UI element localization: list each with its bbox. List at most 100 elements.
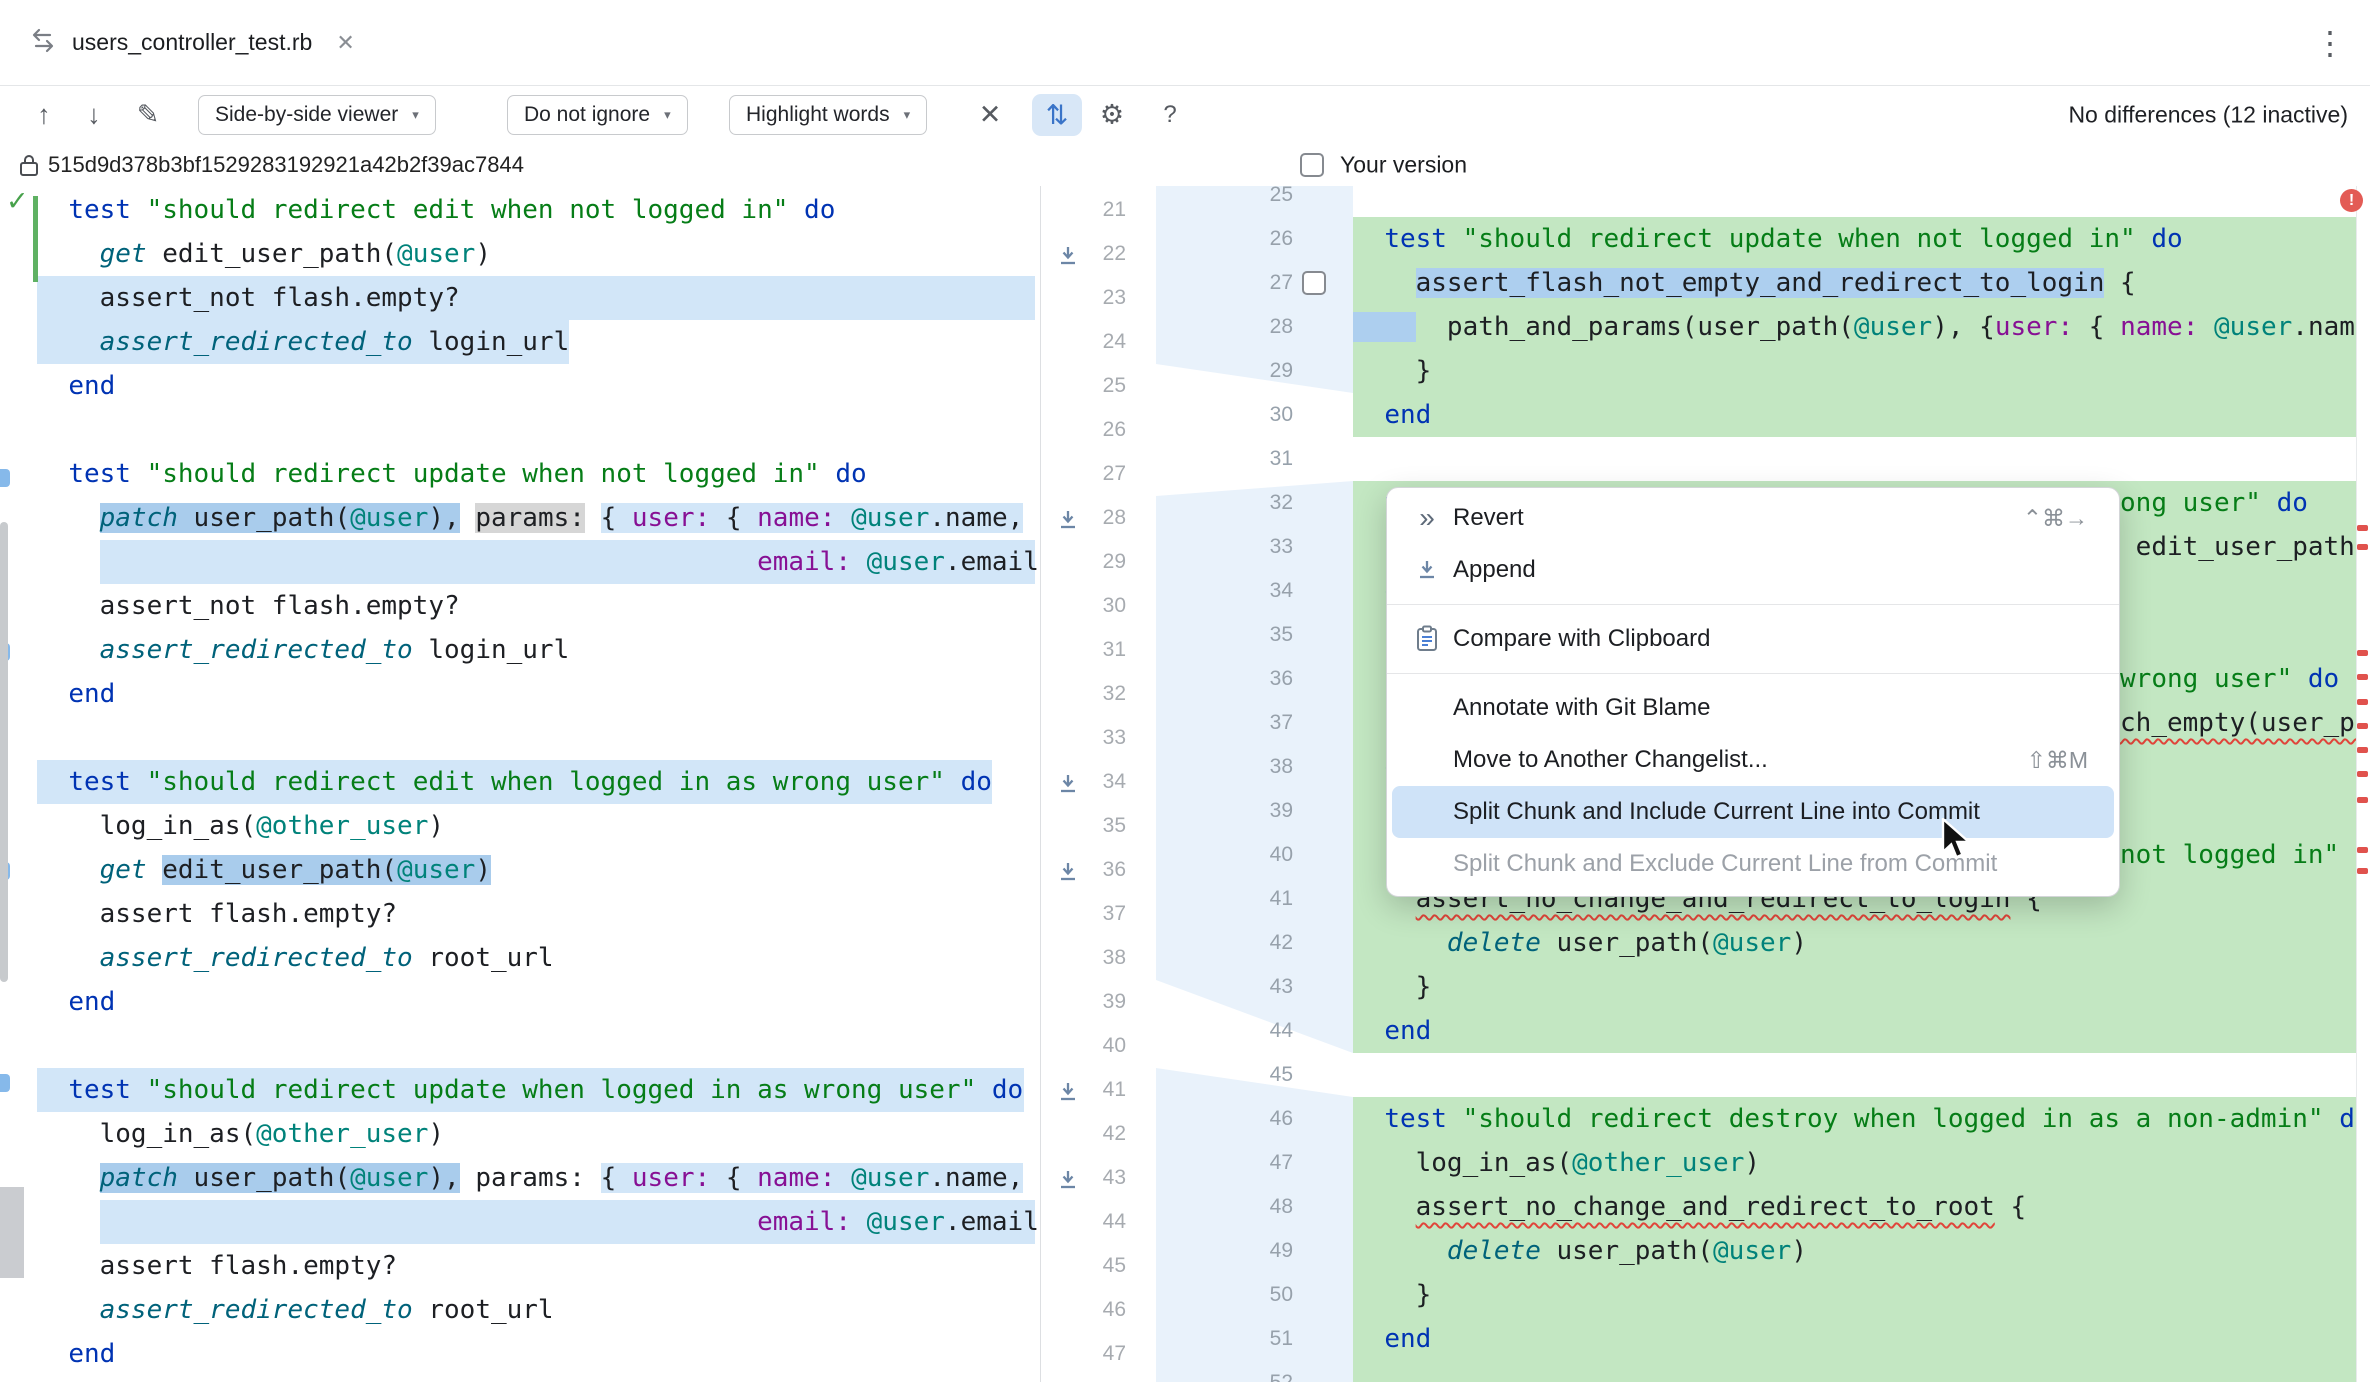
- whitespace-ignore-dropdown[interactable]: Do not ignore ▾: [507, 95, 688, 135]
- context-menu-item[interactable]: Split Chunk and Include Current Line int…: [1392, 786, 2114, 838]
- code-line-right[interactable]: path_and_params(user_path(@user), {user:…: [1353, 305, 2370, 349]
- code-line-right[interactable]: delete user_path(@user): [1353, 1229, 2370, 1273]
- help-icon[interactable]: ?: [1150, 101, 1190, 129]
- edit-source-button[interactable]: ✎: [128, 100, 168, 131]
- code-line-left[interactable]: test "should redirect edit when not logg…: [0, 188, 1040, 232]
- apply-change-icon[interactable]: [1056, 506, 1080, 530]
- error-stripe-mark[interactable]: [2357, 847, 2368, 853]
- context-menu-item[interactable]: »Revert⌃⌘→: [1392, 492, 2114, 544]
- apply-change-icon[interactable]: [1056, 1078, 1080, 1102]
- code-token: edit_user_path(: [2120, 532, 2370, 562]
- apply-change-icon[interactable]: [1056, 242, 1080, 266]
- code-line-right[interactable]: [1353, 1053, 2370, 1097]
- apply-change-icon[interactable]: [1056, 770, 1080, 794]
- code-line-left[interactable]: assert flash.empty?: [0, 892, 1040, 936]
- tab-users-controller-test[interactable]: users_controller_test.rb ✕: [0, 0, 375, 85]
- code-line-left[interactable]: patch user_path(@user), params: { user: …: [0, 1156, 1040, 1200]
- context-menu-item[interactable]: Annotate with Git Blame: [1392, 682, 2114, 734]
- code-line-right[interactable]: }: [1353, 1273, 2370, 1317]
- code-line-left[interactable]: get edit_user_path(@user): [0, 232, 1040, 276]
- code-line-right[interactable]: [1353, 1361, 2370, 1382]
- error-stripe-mark[interactable]: [2357, 723, 2368, 729]
- code-line-left[interactable]: patch user_path(@user), params: { user: …: [0, 496, 1040, 540]
- settings-gear-icon[interactable]: ⚙: [1090, 100, 1134, 131]
- more-options-icon[interactable]: ⋮: [2314, 24, 2346, 62]
- apply-change-icon[interactable]: [1056, 858, 1080, 882]
- error-stripe-mark[interactable]: [2357, 699, 2368, 705]
- your-version-checkbox[interactable]: [1300, 153, 1324, 177]
- code-line-right[interactable]: log_in_as(@other_user): [1353, 1141, 2370, 1185]
- code-line-left[interactable]: email: @user.email: [0, 540, 1040, 584]
- code-line-left[interactable]: assert_not flash.empty?: [0, 276, 1040, 320]
- code-line-left[interactable]: assert_redirected_to login_url: [0, 320, 1040, 364]
- context-menu-item[interactable]: Compare with Clipboard: [1392, 613, 2114, 665]
- viewer-mode-dropdown[interactable]: Side-by-side viewer ▾: [198, 95, 436, 135]
- line-number: 30: [1166, 393, 1293, 437]
- line-number: 48: [1166, 1185, 1293, 1229]
- code-line-left[interactable]: [0, 1024, 1040, 1068]
- error-stripe-mark[interactable]: [2357, 868, 2368, 874]
- error-stripe-mark[interactable]: [2357, 544, 2368, 550]
- code-line-left[interactable]: end: [0, 364, 1040, 408]
- code-line-left[interactable]: assert flash.empty?: [0, 1244, 1040, 1288]
- context-menu-item[interactable]: Move to Another Changelist...⇧⌘M: [1392, 734, 2114, 786]
- context-menu-item[interactable]: Append: [1392, 544, 2114, 596]
- previous-change-button[interactable]: ↑: [26, 100, 62, 131]
- code-line-right[interactable]: [1353, 186, 2370, 217]
- sync-scrolling-toggle[interactable]: ⇅: [1032, 94, 1082, 136]
- code-line-right[interactable]: test "should redirect update when not lo…: [1353, 217, 2370, 261]
- next-change-button[interactable]: ↓: [76, 100, 112, 131]
- code-line-left[interactable]: assert_not flash.empty?: [0, 584, 1040, 628]
- code-line-left[interactable]: assert_redirected_to root_url: [0, 1288, 1040, 1332]
- highlight-mode-dropdown[interactable]: Highlight words ▾: [729, 95, 927, 135]
- error-stripe-mark[interactable]: [2357, 771, 2368, 777]
- code-line-left[interactable]: assert_redirected_to login_url: [0, 628, 1040, 672]
- code-line-left[interactable]: end: [0, 980, 1040, 1024]
- error-stripe-mark[interactable]: [2357, 797, 2368, 803]
- line-number: 49: [1166, 1229, 1293, 1273]
- code-token: do: [2277, 488, 2308, 518]
- error-stripe-mark[interactable]: [2357, 525, 2368, 531]
- code-line-left[interactable]: email: @user.email: [0, 1200, 1040, 1244]
- code-line-left[interactable]: end: [0, 672, 1040, 716]
- left-scrollbar-thumb[interactable]: [0, 522, 8, 982]
- collapse-unchanged-icon[interactable]: ✕: [968, 100, 1012, 131]
- code-line-left[interactable]: log_in_as(@other_user): [0, 1112, 1040, 1156]
- code-line-left[interactable]: get edit_user_path(@user): [0, 848, 1040, 892]
- code-line-left[interactable]: end: [0, 1332, 1040, 1376]
- error-indicator[interactable]: !: [2340, 189, 2363, 212]
- code-token: user_path(: [178, 1163, 350, 1193]
- error-stripe-mark[interactable]: [2357, 747, 2368, 753]
- code-line-left[interactable]: test "should redirect update when logged…: [0, 1068, 1040, 1112]
- code-line-left[interactable]: test "should redirect edit when logged i…: [0, 760, 1040, 804]
- code-line-right[interactable]: }: [1353, 965, 2370, 1009]
- code-line-left[interactable]: test "should redirect update when not lo…: [0, 452, 1040, 496]
- code-token: "should redirect destroy when logged in …: [1463, 1104, 2324, 1134]
- code-line-left[interactable]: assert_redirected_to root_url: [0, 936, 1040, 980]
- code-token: {: [710, 503, 757, 533]
- error-stripe-mark[interactable]: [2357, 650, 2368, 656]
- error-stripe[interactable]: [2356, 186, 2370, 1382]
- apply-change-icon[interactable]: [1056, 1166, 1080, 1190]
- code-line-right[interactable]: }: [1353, 349, 2370, 393]
- code-line-right[interactable]: delete user_path(@user): [1353, 921, 2370, 965]
- code-line-right[interactable]: end: [1353, 1317, 2370, 1361]
- code-token: [945, 767, 961, 797]
- code-line-right[interactable]: test "should redirect destroy when logge…: [1353, 1097, 2370, 1141]
- include-line-checkbox[interactable]: [1302, 271, 1326, 295]
- code-line-right[interactable]: [1353, 437, 2370, 481]
- code-line-right[interactable]: end: [1353, 393, 2370, 437]
- code-line-left[interactable]: [0, 716, 1040, 760]
- code-token: @user: [397, 239, 475, 269]
- code-line-right[interactable]: assert_flash_not_empty_and_redirect_to_l…: [1353, 261, 2370, 305]
- code-token: [37, 635, 100, 665]
- error-stripe-mark[interactable]: [2357, 674, 2368, 680]
- code-token: [835, 503, 851, 533]
- code-token: delete: [1447, 928, 1541, 958]
- code-line-left[interactable]: log_in_as(@other_user): [0, 804, 1040, 848]
- close-tab-icon[interactable]: ✕: [336, 30, 354, 56]
- code-line-right[interactable]: assert_no_change_and_redirect_to_root {: [1353, 1185, 2370, 1229]
- code-line-right[interactable]: end: [1353, 1009, 2370, 1053]
- code-token: [1447, 1104, 1463, 1134]
- code-line-left[interactable]: [0, 408, 1040, 452]
